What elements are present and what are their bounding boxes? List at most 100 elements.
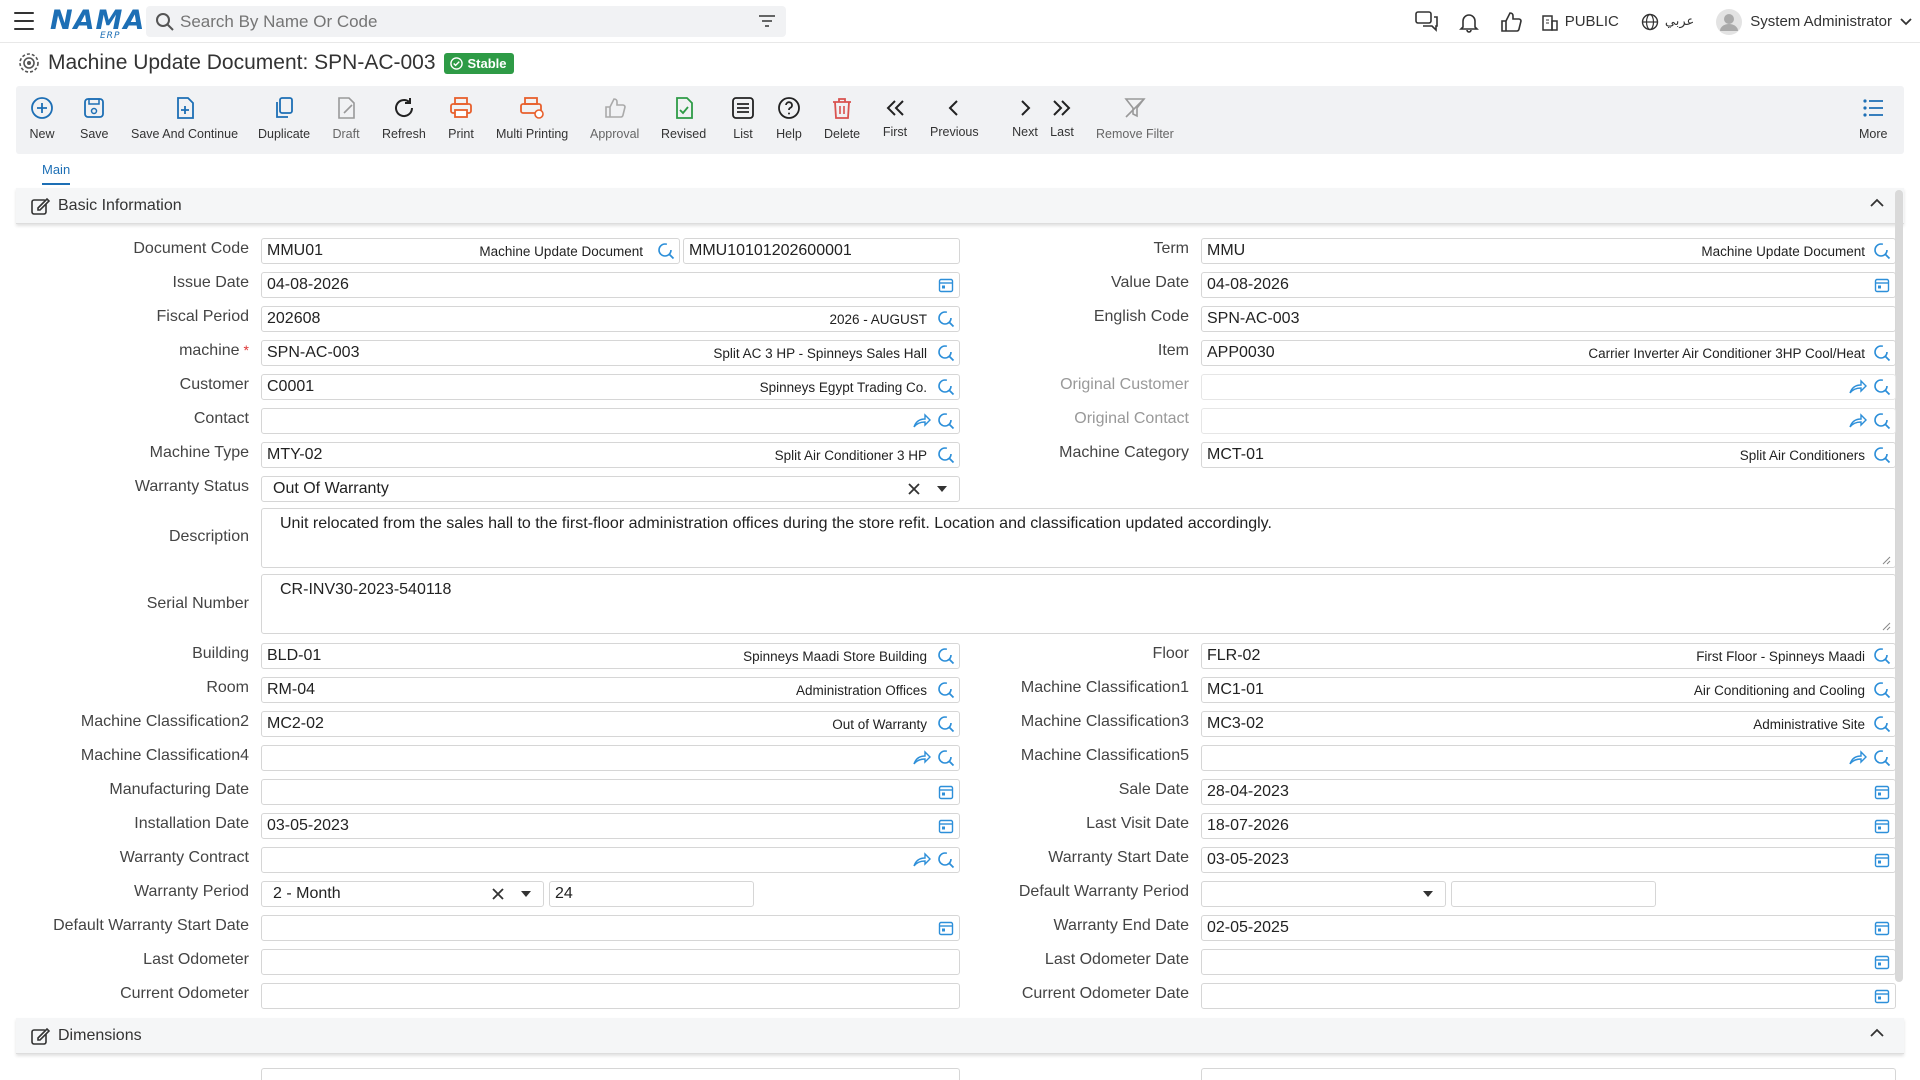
search-box[interactable]	[146, 6, 786, 37]
term-field[interactable]: MMU Machine Update Document	[1201, 238, 1896, 264]
machine-type-field[interactable]: MTY-02 Split Air Conditioner 3 HP	[261, 442, 960, 468]
lookup-icon[interactable]	[937, 446, 955, 464]
floor-field[interactable]: FLR-02 First Floor - Spinneys Maadi	[1201, 643, 1896, 669]
lookup-icon[interactable]	[1873, 378, 1891, 396]
next-button[interactable]: Next	[1011, 94, 1039, 139]
warranty-contract-field[interactable]	[261, 847, 960, 873]
fiscal-period-field[interactable]: 202608 2026 - AUGUST	[261, 306, 960, 332]
machine-classification4-field[interactable]	[261, 745, 960, 771]
new-button[interactable]: New	[28, 94, 56, 141]
refresh-button[interactable]: Refresh	[382, 94, 426, 141]
remove-filter-button[interactable]: Remove Filter	[1096, 94, 1174, 141]
original-contact-field[interactable]	[1201, 408, 1896, 434]
tab-main[interactable]: Main	[42, 162, 71, 185]
manufacturing-date-field[interactable]	[261, 779, 960, 805]
print-button[interactable]: Print	[447, 94, 475, 141]
dimensions-header[interactable]: Dimensions	[16, 1018, 1904, 1054]
filter-icon[interactable]	[758, 12, 776, 30]
dimension-field-1[interactable]	[261, 1068, 960, 1080]
basic-information-header[interactable]: Basic Information	[16, 188, 1904, 224]
last-button[interactable]: Last	[1048, 94, 1076, 139]
clear-icon[interactable]	[489, 885, 507, 903]
search-input[interactable]	[180, 11, 740, 32]
scrollbar[interactable]	[1895, 190, 1903, 982]
language-selector[interactable]: عربي	[1641, 13, 1694, 31]
list-button[interactable]: List	[729, 94, 757, 141]
delete-button[interactable]: Delete	[824, 94, 860, 141]
chevron-up-icon[interactable]	[1870, 1028, 1884, 1038]
default-warranty-start-date-field[interactable]	[261, 915, 960, 941]
calendar-icon[interactable]	[1873, 817, 1891, 835]
lookup-icon[interactable]	[937, 344, 955, 362]
lookup-icon[interactable]	[937, 412, 955, 430]
calendar-icon[interactable]	[937, 783, 955, 801]
value-date-field[interactable]: 04-08-2026	[1201, 272, 1896, 298]
lookup-icon[interactable]	[937, 647, 955, 665]
share-icon[interactable]	[913, 749, 931, 767]
current-odometer-date-field[interactable]	[1201, 983, 1896, 1009]
share-icon[interactable]	[1849, 749, 1867, 767]
duplicate-button[interactable]: Duplicate	[258, 94, 310, 141]
calendar-icon[interactable]	[1873, 851, 1891, 869]
last-odometer-field[interactable]	[261, 949, 960, 975]
lookup-icon[interactable]	[657, 242, 675, 260]
lookup-icon[interactable]	[1873, 344, 1891, 362]
multi-printing-button[interactable]: Multi Printing	[496, 94, 568, 141]
share-icon[interactable]	[1849, 378, 1867, 396]
customer-field[interactable]: C0001 Spinneys Egypt Trading Co.	[261, 374, 960, 400]
calendar-icon[interactable]	[937, 817, 955, 835]
help-button[interactable]: Help	[775, 94, 803, 141]
more-button[interactable]: More	[1859, 94, 1887, 141]
lookup-icon[interactable]	[937, 378, 955, 396]
warranty-period-unit-select[interactable]: 2 - Month	[261, 881, 544, 907]
caret-down-icon[interactable]	[1419, 885, 1437, 903]
calendar-icon[interactable]	[937, 919, 955, 937]
lookup-icon[interactable]	[937, 715, 955, 733]
english-code-field[interactable]: SPN-AC-003	[1201, 306, 1896, 332]
calendar-icon[interactable]	[1873, 783, 1891, 801]
building-field[interactable]: BLD-01 Spinneys Maadi Store Building	[261, 643, 960, 669]
machine-category-field[interactable]: MCT-01 Split Air Conditioners	[1201, 442, 1896, 468]
current-odometer-field[interactable]	[261, 983, 960, 1009]
machine-classification1-field[interactable]: MC1-01 Air Conditioning and Cooling	[1201, 677, 1896, 703]
description-textarea[interactable]: Unit relocated from the sales hall to th…	[261, 508, 1896, 568]
default-warranty-period-value-field[interactable]	[1451, 881, 1656, 907]
last-visit-date-field[interactable]: 18-07-2026	[1201, 813, 1896, 839]
previous-button[interactable]: Previous	[930, 94, 979, 139]
lookup-icon[interactable]	[937, 851, 955, 869]
share-icon[interactable]	[1849, 412, 1867, 430]
lookup-icon[interactable]	[1873, 242, 1891, 260]
lookup-icon[interactable]	[1873, 681, 1891, 699]
room-field[interactable]: RM-04 Administration Offices	[261, 677, 960, 703]
share-icon[interactable]	[913, 851, 931, 869]
branch-selector[interactable]: PUBLIC	[1541, 13, 1619, 31]
warranty-start-date-field[interactable]: 03-05-2023	[1201, 847, 1896, 873]
chevron-up-icon[interactable]	[1870, 198, 1884, 208]
default-warranty-period-select[interactable]	[1201, 881, 1446, 907]
lookup-icon[interactable]	[937, 681, 955, 699]
last-odometer-date-field[interactable]	[1201, 949, 1896, 975]
machine-field[interactable]: SPN-AC-003 Split AC 3 HP - Spinneys Sale…	[261, 340, 960, 366]
installation-date-field[interactable]: 03-05-2023	[261, 813, 960, 839]
nama-logo[interactable]: NAMA ERP	[50, 5, 145, 41]
lookup-icon[interactable]	[1873, 446, 1891, 464]
menu-icon[interactable]	[14, 12, 34, 30]
share-icon[interactable]	[913, 412, 931, 430]
serial-number-textarea[interactable]: CR-INV30-2023-540118	[261, 574, 1896, 634]
lookup-icon[interactable]	[1873, 647, 1891, 665]
sale-date-field[interactable]: 28-04-2023	[1201, 779, 1896, 805]
calendar-icon[interactable]	[1873, 987, 1891, 1005]
lookup-icon[interactable]	[1873, 412, 1891, 430]
machine-classification2-field[interactable]: MC2-02 Out of Warranty	[261, 711, 960, 737]
calendar-icon[interactable]	[937, 276, 955, 294]
revised-button[interactable]: Revised	[661, 94, 706, 141]
original-customer-field[interactable]	[1201, 374, 1896, 400]
dimension-field-2[interactable]	[1201, 1068, 1896, 1080]
document-code-field[interactable]: MMU01 Machine Update Document	[261, 238, 680, 264]
thumbs-up-icon[interactable]	[1499, 10, 1523, 34]
clear-icon[interactable]	[905, 480, 923, 498]
caret-down-icon[interactable]	[517, 885, 535, 903]
issue-date-field[interactable]: 04-08-2026	[261, 272, 960, 298]
calendar-icon[interactable]	[1873, 919, 1891, 937]
calendar-icon[interactable]	[1873, 276, 1891, 294]
